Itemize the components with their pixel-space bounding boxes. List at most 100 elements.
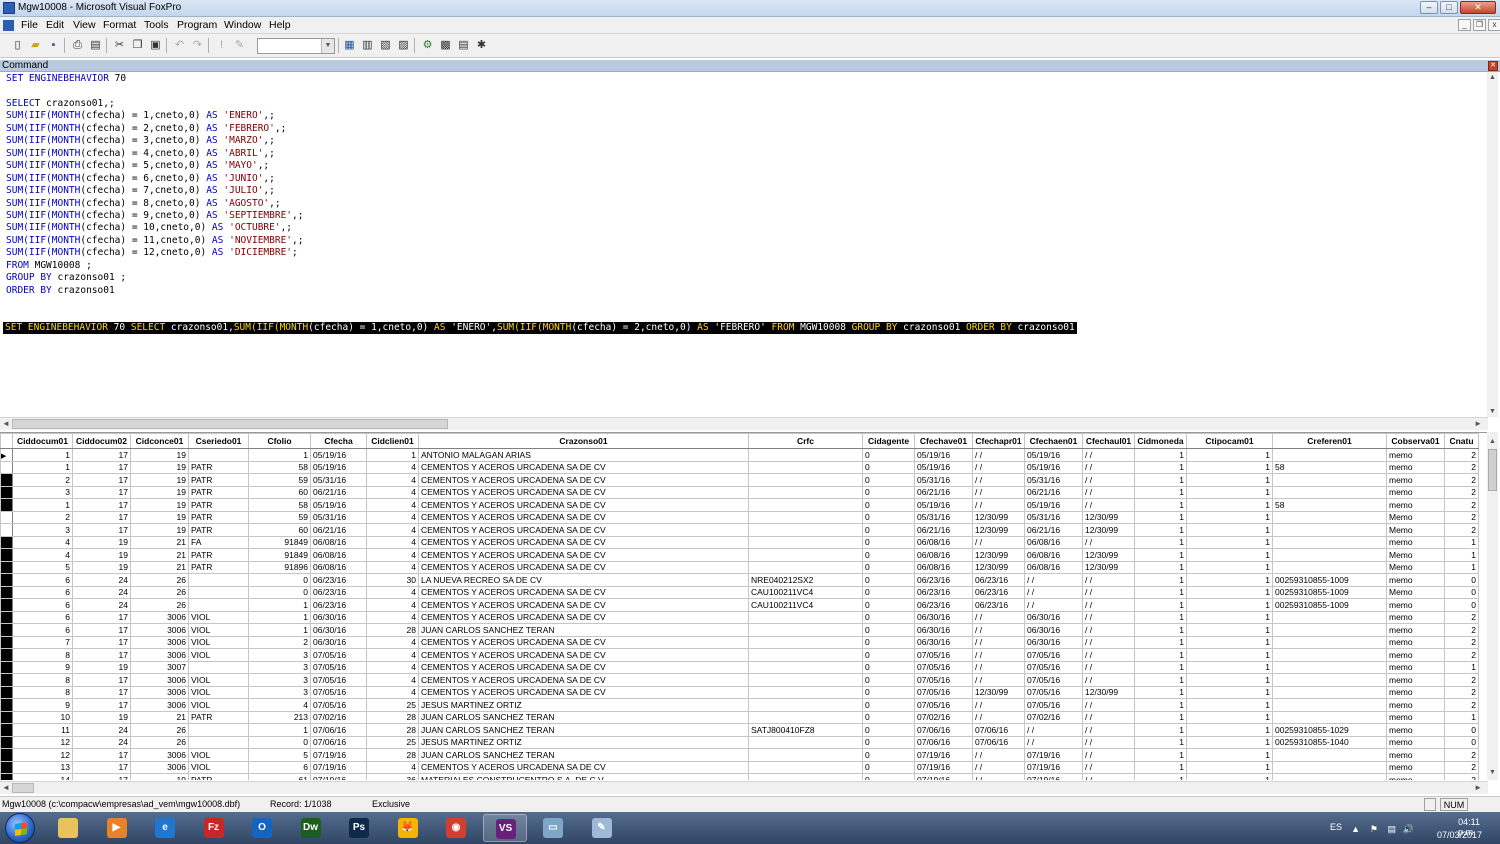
table-cell[interactable]: 58 xyxy=(248,460,311,474)
table-cell[interactable] xyxy=(1272,523,1387,537)
table-cell[interactable]: 3007 xyxy=(130,660,189,674)
table-cell[interactable]: / / xyxy=(1082,485,1135,499)
undo-icon[interactable]: ↶ xyxy=(172,38,187,52)
table-cell[interactable]: 2 xyxy=(1444,648,1479,662)
table-cell[interactable]: 1 xyxy=(1186,535,1273,549)
table-cell[interactable]: 07/05/16 xyxy=(1024,685,1083,699)
column-header-crfc[interactable]: Crfc xyxy=(748,433,863,449)
table-cell[interactable]: CEMENTOS Y ACEROS URCADENA SA DE CV xyxy=(418,498,749,512)
table-row[interactable]: 6 17 3006 VIOL 1 06/30/16 28 JUAN CARLOS SANCHE… xyxy=(0,623,1479,637)
table-cell[interactable]: VIOL xyxy=(188,610,249,624)
table-cell[interactable]: 06/21/16 xyxy=(310,523,367,537)
table-cell[interactable]: CAU100211VC4 xyxy=(748,585,863,599)
row-selector[interactable] xyxy=(0,685,13,699)
table-cell[interactable]: 1 xyxy=(1186,460,1273,474)
table-cell[interactable]: VIOL xyxy=(188,760,249,774)
row-selector[interactable] xyxy=(0,473,13,487)
table-cell[interactable]: PATR xyxy=(188,498,249,512)
table-cell[interactable]: 07/05/16 xyxy=(1024,673,1083,687)
table-cell[interactable]: memo xyxy=(1386,773,1445,780)
table-cell[interactable]: 6 xyxy=(248,760,311,774)
table-cell[interactable]: memo xyxy=(1386,535,1445,549)
table-row[interactable]: 2 17 19 PATR 59 05/31/16 4 CEMENTOS Y ACEROS UR… xyxy=(0,510,1479,524)
table-cell[interactable]: 1 xyxy=(1134,760,1187,774)
table-cell[interactable]: 12/30/99 xyxy=(1082,560,1135,574)
table-cell[interactable]: 6 xyxy=(12,623,73,637)
table-cell[interactable]: 19 xyxy=(72,710,131,724)
table-cell[interactable]: PATR xyxy=(188,523,249,537)
table-cell[interactable]: 0 xyxy=(862,710,915,724)
table-cell[interactable]: 07/05/16 xyxy=(1024,660,1083,674)
table-cell[interactable] xyxy=(748,510,863,524)
table-cell[interactable]: 0 xyxy=(862,723,915,737)
table-cell[interactable]: 05/19/16 xyxy=(310,498,367,512)
table-cell[interactable]: 0 xyxy=(862,598,915,612)
table-cell[interactable]: / / xyxy=(1082,710,1135,724)
row-selector[interactable] xyxy=(0,660,13,674)
table-row[interactable]: 3 17 19 PATR 60 06/21/16 4 CEMENTOS Y ACEROS UR… xyxy=(0,485,1479,499)
table-cell[interactable]: memo xyxy=(1386,660,1445,674)
taskbar-app-button[interactable]: Dw xyxy=(289,814,333,842)
table-row[interactable]: 10 19 21 PATR 213 07/02/16 28 JUAN CARLOS SANCH… xyxy=(0,710,1479,724)
table-cell[interactable]: 1 xyxy=(1186,723,1273,737)
table-cell[interactable]: 19 xyxy=(130,448,189,462)
table-cell[interactable]: MATERIALES CONSTRUCENTRO S.A. DE C.V. xyxy=(418,773,749,780)
table-cell[interactable]: 0 xyxy=(248,573,311,587)
table-cell[interactable]: CEMENTOS Y ACEROS URCADENA SA DE CV xyxy=(418,648,749,662)
table-row[interactable]: 6 17 3006 VIOL 1 06/30/16 4 CEMENTOS Y ACEROS U… xyxy=(0,610,1479,624)
table-cell[interactable]: / / xyxy=(972,748,1025,762)
table-cell[interactable]: 60 xyxy=(248,485,311,499)
mdi-restore-button[interactable]: ❐ xyxy=(1473,19,1486,31)
row-selector[interactable] xyxy=(0,648,13,662)
table-cell[interactable]: 07/19/16 xyxy=(310,748,367,762)
scroll-thumb[interactable] xyxy=(1488,449,1497,491)
cut-icon[interactable]: ✂ xyxy=(112,38,127,52)
table-cell[interactable]: 3006 xyxy=(130,760,189,774)
table-cell[interactable]: memo xyxy=(1386,723,1445,737)
table-cell[interactable]: SATJ800410FZ8 xyxy=(748,723,863,737)
table-cell[interactable]: JUAN CARLOS SANCHEZ TERAN xyxy=(418,710,749,724)
table-cell[interactable]: 07/05/16 xyxy=(914,698,973,712)
table-cell[interactable]: 1 xyxy=(1134,773,1187,780)
table-cell[interactable]: / / xyxy=(972,610,1025,624)
table-cell[interactable]: / / xyxy=(972,710,1025,724)
table-cell[interactable] xyxy=(748,473,863,487)
code-line[interactable]: SELECT crazonso01,; xyxy=(6,98,115,110)
table-cell[interactable]: 06/23/16 xyxy=(310,585,367,599)
table-cell[interactable]: 58 xyxy=(1272,460,1387,474)
table-cell[interactable] xyxy=(1272,560,1387,574)
table-cell[interactable]: 1 xyxy=(1134,673,1187,687)
table-cell[interactable]: 1 xyxy=(12,448,73,462)
table-cell[interactable]: 1 xyxy=(1186,685,1273,699)
table-cell[interactable]: 1 xyxy=(1134,698,1187,712)
table-cell[interactable]: 1 xyxy=(248,623,311,637)
table-cell[interactable]: / / xyxy=(1024,735,1083,749)
table-cell[interactable]: 3006 xyxy=(130,610,189,624)
row-selector[interactable] xyxy=(0,523,13,537)
table-cell[interactable]: CEMENTOS Y ACEROS URCADENA SA DE CV xyxy=(418,673,749,687)
table-cell[interactable]: 1 xyxy=(1134,498,1187,512)
command-close-icon[interactable]: ✕ xyxy=(1488,61,1498,71)
table-cell[interactable]: 06/08/16 xyxy=(1024,560,1083,574)
column-header-cfecha[interactable]: Cfecha xyxy=(310,433,367,449)
table-cell[interactable]: 2 xyxy=(1444,448,1479,462)
table-cell[interactable] xyxy=(748,660,863,674)
table-cell[interactable]: 1 xyxy=(1186,560,1273,574)
table-cell[interactable]: 4 xyxy=(366,485,419,499)
table-cell[interactable]: 06/30/16 xyxy=(310,635,367,649)
table-cell[interactable]: 17 xyxy=(72,448,131,462)
column-header-cidagente[interactable]: Cidagente xyxy=(862,433,915,449)
volume-icon[interactable]: 🔊 xyxy=(1403,824,1414,835)
table-cell[interactable]: 3006 xyxy=(130,673,189,687)
table-cell[interactable]: 0 xyxy=(1444,723,1479,737)
table-cell[interactable]: memo xyxy=(1386,623,1445,637)
table-cell[interactable]: CEMENTOS Y ACEROS URCADENA SA DE CV xyxy=(418,473,749,487)
table-cell[interactable]: 07/05/16 xyxy=(310,685,367,699)
code-line[interactable]: SET ENGINEBEHAVIOR 70 xyxy=(6,73,126,85)
table-cell[interactable] xyxy=(748,523,863,537)
table-cell[interactable]: / / xyxy=(972,673,1025,687)
table-cell[interactable]: 1 xyxy=(1186,498,1273,512)
column-header-cnatu[interactable]: Cnatu xyxy=(1444,433,1479,449)
column-header-cfechapr01[interactable]: Cfechapr01 xyxy=(972,433,1025,449)
table-cell[interactable]: 06/30/16 xyxy=(914,635,973,649)
